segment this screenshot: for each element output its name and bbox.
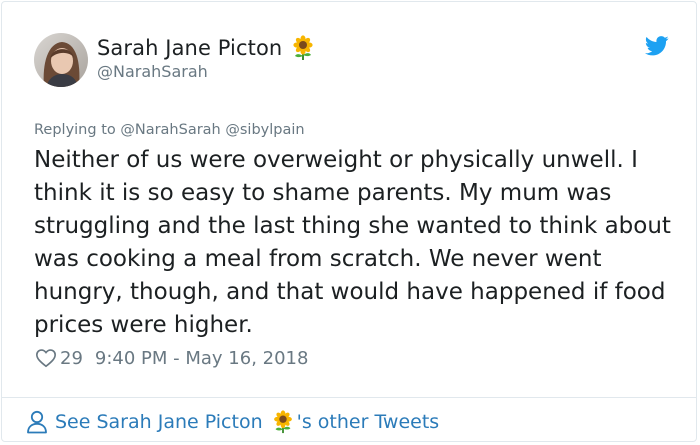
- author-name-row[interactable]: Sarah Jane Picton: [97, 34, 316, 62]
- like-count[interactable]: 29: [60, 348, 83, 369]
- replying-to[interactable]: Replying to @NarahSarah @sibylpain: [34, 122, 305, 138]
- tweet-text: Neither of us were overweight or physica…: [34, 147, 671, 338]
- person-icon: [27, 410, 47, 434]
- divider: [2, 397, 696, 398]
- avatar-photo: [34, 33, 88, 87]
- tweet-card: Sarah Jane Picton @NarahSarah Replying t…: [1, 1, 697, 442]
- tweet-meta: 29 9:40 PM - May 16, 2018: [35, 346, 308, 370]
- sunflower-icon: [293, 35, 313, 60]
- see-other-tweets-link[interactable]: See Sarah Jane Picton 's other Tweets: [26, 407, 439, 437]
- see-other-tweets-suffix[interactable]: 's other Tweets: [297, 411, 440, 433]
- heart-icon[interactable]: [35, 347, 57, 369]
- author-handle[interactable]: @NarahSarah: [97, 62, 208, 81]
- sunflower-icon: [273, 410, 292, 434]
- author-display-name[interactable]: Sarah Jane Picton: [97, 36, 282, 60]
- twitter-bird-icon[interactable]: [645, 36, 669, 56]
- avatar[interactable]: [34, 33, 88, 87]
- tweet-timestamp[interactable]: 9:40 PM - May 16, 2018: [95, 348, 309, 369]
- see-other-tweets-prefix[interactable]: See Sarah Jane Picton: [55, 411, 263, 433]
